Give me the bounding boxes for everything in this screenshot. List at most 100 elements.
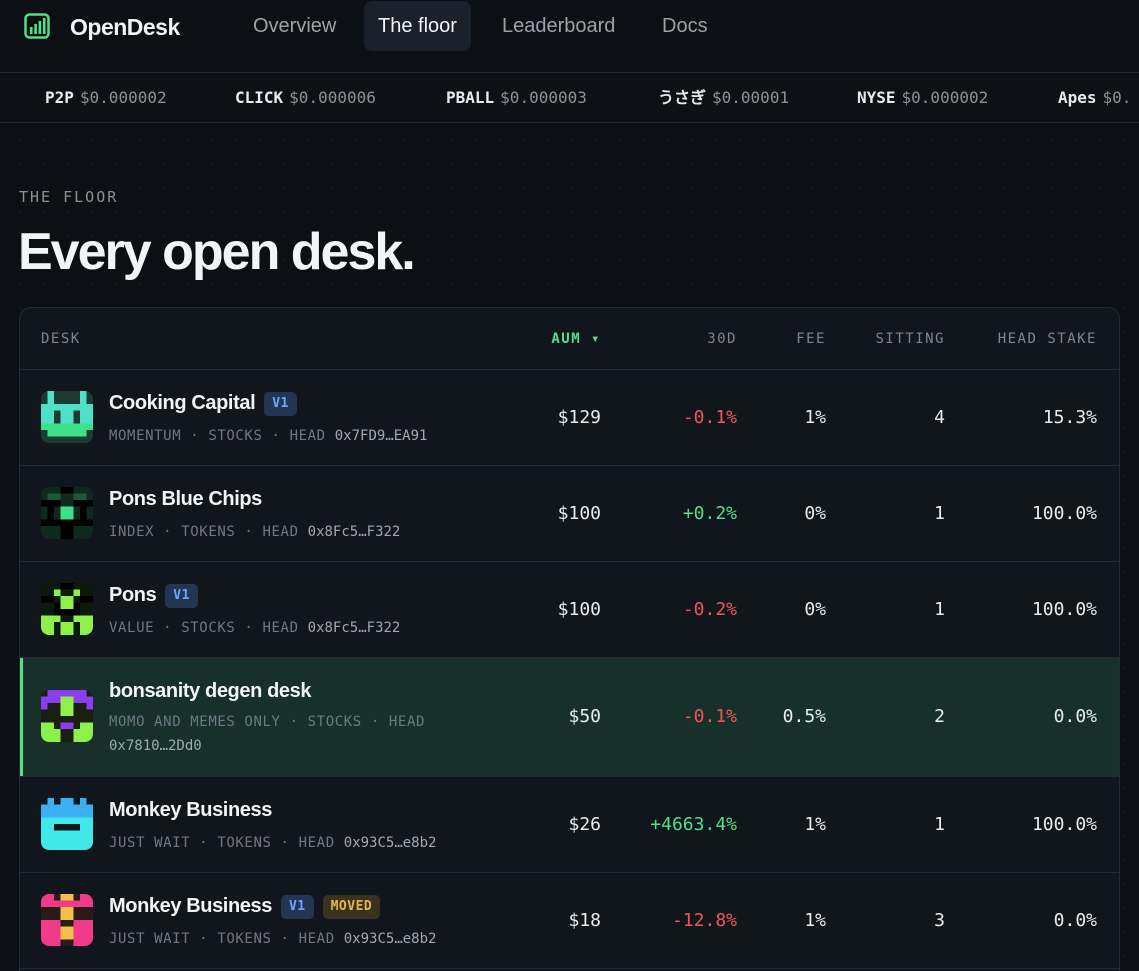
table-header: DESK AUM ▾ 30D FEE SITTING HEAD STAKE xyxy=(20,308,1119,370)
head-address[interactable]: 0x8Fc5…F322 xyxy=(308,524,401,540)
desk-name: Monkey Business V1 MOVED xyxy=(109,895,381,919)
head-stake-value: 15.3% xyxy=(1042,407,1097,428)
head-address[interactable]: 0x7FD9…EA91 xyxy=(335,428,428,444)
nav-the-floor[interactable]: The floor xyxy=(364,1,471,51)
section-eyebrow: THE FLOOR xyxy=(19,188,119,206)
desk-name-text: Cooking Capital xyxy=(109,392,256,414)
desk-name-text: Monkey Business xyxy=(109,799,272,821)
ticker-price: $0.000002 xyxy=(901,88,989,107)
head-stake-value: 100.0% xyxy=(1031,503,1097,524)
col-fee-header[interactable]: FEE xyxy=(796,331,826,347)
ticker-symbol: CLICK xyxy=(235,88,284,107)
table-row[interactable]: Cooking Capital V1 MOMENTUM · STOCKS · HE… xyxy=(20,370,1119,466)
return-30d-value: -0.1% xyxy=(682,407,737,428)
ticker-symbol: NYSE xyxy=(857,88,896,107)
aum-value: $50 xyxy=(568,706,601,727)
head-stake-value: 0.0% xyxy=(1053,706,1097,727)
fee-value: 0% xyxy=(804,503,826,524)
desk-tags: VALUE · STOCKS · HEAD xyxy=(109,620,299,636)
ticker-item[interactable]: P2P $0.000002 xyxy=(45,73,167,122)
return-30d-value: +4663.4% xyxy=(650,814,737,835)
desk-tags: JUST WAIT · TOKENS · HEAD xyxy=(109,835,335,851)
desk-name-text: Pons xyxy=(109,584,157,606)
sitting-value: 1 xyxy=(934,814,945,835)
table-row[interactable]: Monkey Business V1 MOVED JUST WAIT · TOKEN… xyxy=(20,873,1119,969)
desk-meta: INDEX · TOKENS · HEAD 0x8Fc5…F322 xyxy=(109,520,489,544)
desk-meta: JUST WAIT · TOKENS · HEAD 0x93C5…e8b2 xyxy=(109,927,489,951)
brand-logo[interactable]: OpenDesk xyxy=(24,13,180,40)
head-address[interactable]: 0x8Fc5…F322 xyxy=(308,620,401,636)
col-desk-header[interactable]: DESK xyxy=(41,331,81,347)
head-stake-value: 100.0% xyxy=(1031,599,1097,620)
ticker-price: $0. xyxy=(1102,88,1132,107)
ticker-price: $0.00001 xyxy=(712,88,790,107)
page-title: Every open desk. xyxy=(18,223,416,281)
sitting-value: 4 xyxy=(934,407,945,428)
price-ticker: P2P $0.000002 CLICK $0.000006 PBALL $0.0000… xyxy=(0,72,1139,123)
col-aum-header-sorted[interactable]: AUM ▾ xyxy=(551,331,601,347)
col-sitting-header[interactable]: SITTING xyxy=(875,331,945,347)
desk-tags: JUST WAIT · TOKENS · HEAD xyxy=(109,931,335,947)
ticker-item[interactable]: PBALL $0.000003 xyxy=(446,73,587,122)
nav-overview[interactable]: Overview xyxy=(239,1,350,51)
desk-tags: MOMENTUM · STOCKS · HEAD xyxy=(109,428,326,444)
head-stake-value: 100.0% xyxy=(1031,814,1097,835)
return-30d-value: -0.2% xyxy=(682,599,737,620)
head-address[interactable]: 0x93C5…e8b2 xyxy=(344,835,437,851)
aum-value: $100 xyxy=(557,599,601,620)
return-30d-value: +0.2% xyxy=(682,503,737,524)
pixel-avatar-cyan-blue-icon xyxy=(41,798,93,850)
pixel-avatar-purple-lime-icon xyxy=(41,690,93,742)
fee-value: 1% xyxy=(804,910,826,931)
nav-docs[interactable]: Docs xyxy=(648,1,722,51)
ticker-item[interactable]: CLICK $0.000006 xyxy=(235,73,376,122)
desk-name-text: bonsanity degen desk xyxy=(109,680,312,702)
desk-name-text: Pons Blue Chips xyxy=(109,488,262,510)
desk-name: Monkey Business xyxy=(109,799,272,822)
table-row[interactable]: Pons V1 VALUE · STOCKS · HEAD 0x8Fc5…F322… xyxy=(20,562,1119,658)
col-30d-header[interactable]: 30D xyxy=(707,331,737,347)
table-row[interactable]: Monkey Business JUST WAIT · TOKENS · HEA… xyxy=(20,777,1119,873)
sitting-value: 2 xyxy=(934,706,945,727)
version-badge: V1 xyxy=(280,895,314,919)
aum-value: $18 xyxy=(568,910,601,931)
sitting-value: 1 xyxy=(934,503,945,524)
ticker-price: $0.000002 xyxy=(79,88,167,107)
ticker-symbol: Apes xyxy=(1058,88,1097,107)
table-row[interactable]: Pons Blue Chips INDEX · TOKENS · HEAD 0x… xyxy=(20,466,1119,562)
bar-chart-logo-icon xyxy=(24,13,50,39)
nav-leaderboard[interactable]: Leaderboard xyxy=(488,1,629,51)
pixel-avatar-dark-green-icon xyxy=(41,487,93,539)
ticker-item[interactable]: うさぎ $0.00001 xyxy=(658,73,790,122)
fee-value: 0.5% xyxy=(782,706,826,727)
desk-name: Cooking Capital V1 xyxy=(109,392,297,416)
pixel-avatar-pink-yellow-icon xyxy=(41,894,93,946)
ticker-symbol: PBALL xyxy=(446,88,495,107)
moved-badge: MOVED xyxy=(322,895,381,919)
desk-name: Pons Blue Chips xyxy=(109,488,262,511)
ticker-item[interactable]: NYSE $0.000002 xyxy=(857,73,989,122)
aum-value: $100 xyxy=(557,503,601,524)
fee-value: 1% xyxy=(804,814,826,835)
desk-name-text: Monkey Business xyxy=(109,895,272,917)
fee-value: 1% xyxy=(804,407,826,428)
return-30d-value: -12.8% xyxy=(671,910,737,931)
pixel-avatar-cyan-green-icon xyxy=(41,391,93,443)
sitting-value: 3 xyxy=(934,910,945,931)
desk-meta: VALUE · STOCKS · HEAD 0x8Fc5…F322 xyxy=(109,616,489,640)
col-head-stake-header[interactable]: HEAD STAKE xyxy=(998,331,1097,347)
desk-name: bonsanity degen desk xyxy=(109,680,311,703)
brand-name: OpenDesk xyxy=(70,14,180,40)
desk-meta: MOMO AND MEMES ONLY · STOCKS · HEAD 0x78… xyxy=(109,710,469,758)
head-address[interactable]: 0x93C5…e8b2 xyxy=(344,931,437,947)
pixel-avatar-lime-icon xyxy=(41,583,93,635)
fee-value: 0% xyxy=(804,599,826,620)
version-badge: V1 xyxy=(165,584,198,608)
aum-value: $129 xyxy=(557,407,601,428)
head-stake-value: 0.0% xyxy=(1053,910,1097,931)
head-address[interactable]: 0x7810…2Dd0 xyxy=(109,738,202,754)
table-row-selected[interactable]: bonsanity degen desk MOMO AND MEMES ONLY… xyxy=(20,658,1119,777)
desk-name: Pons V1 xyxy=(109,584,198,608)
aum-value: $26 xyxy=(568,814,601,835)
ticker-item[interactable]: Apes $0. xyxy=(1058,73,1132,122)
